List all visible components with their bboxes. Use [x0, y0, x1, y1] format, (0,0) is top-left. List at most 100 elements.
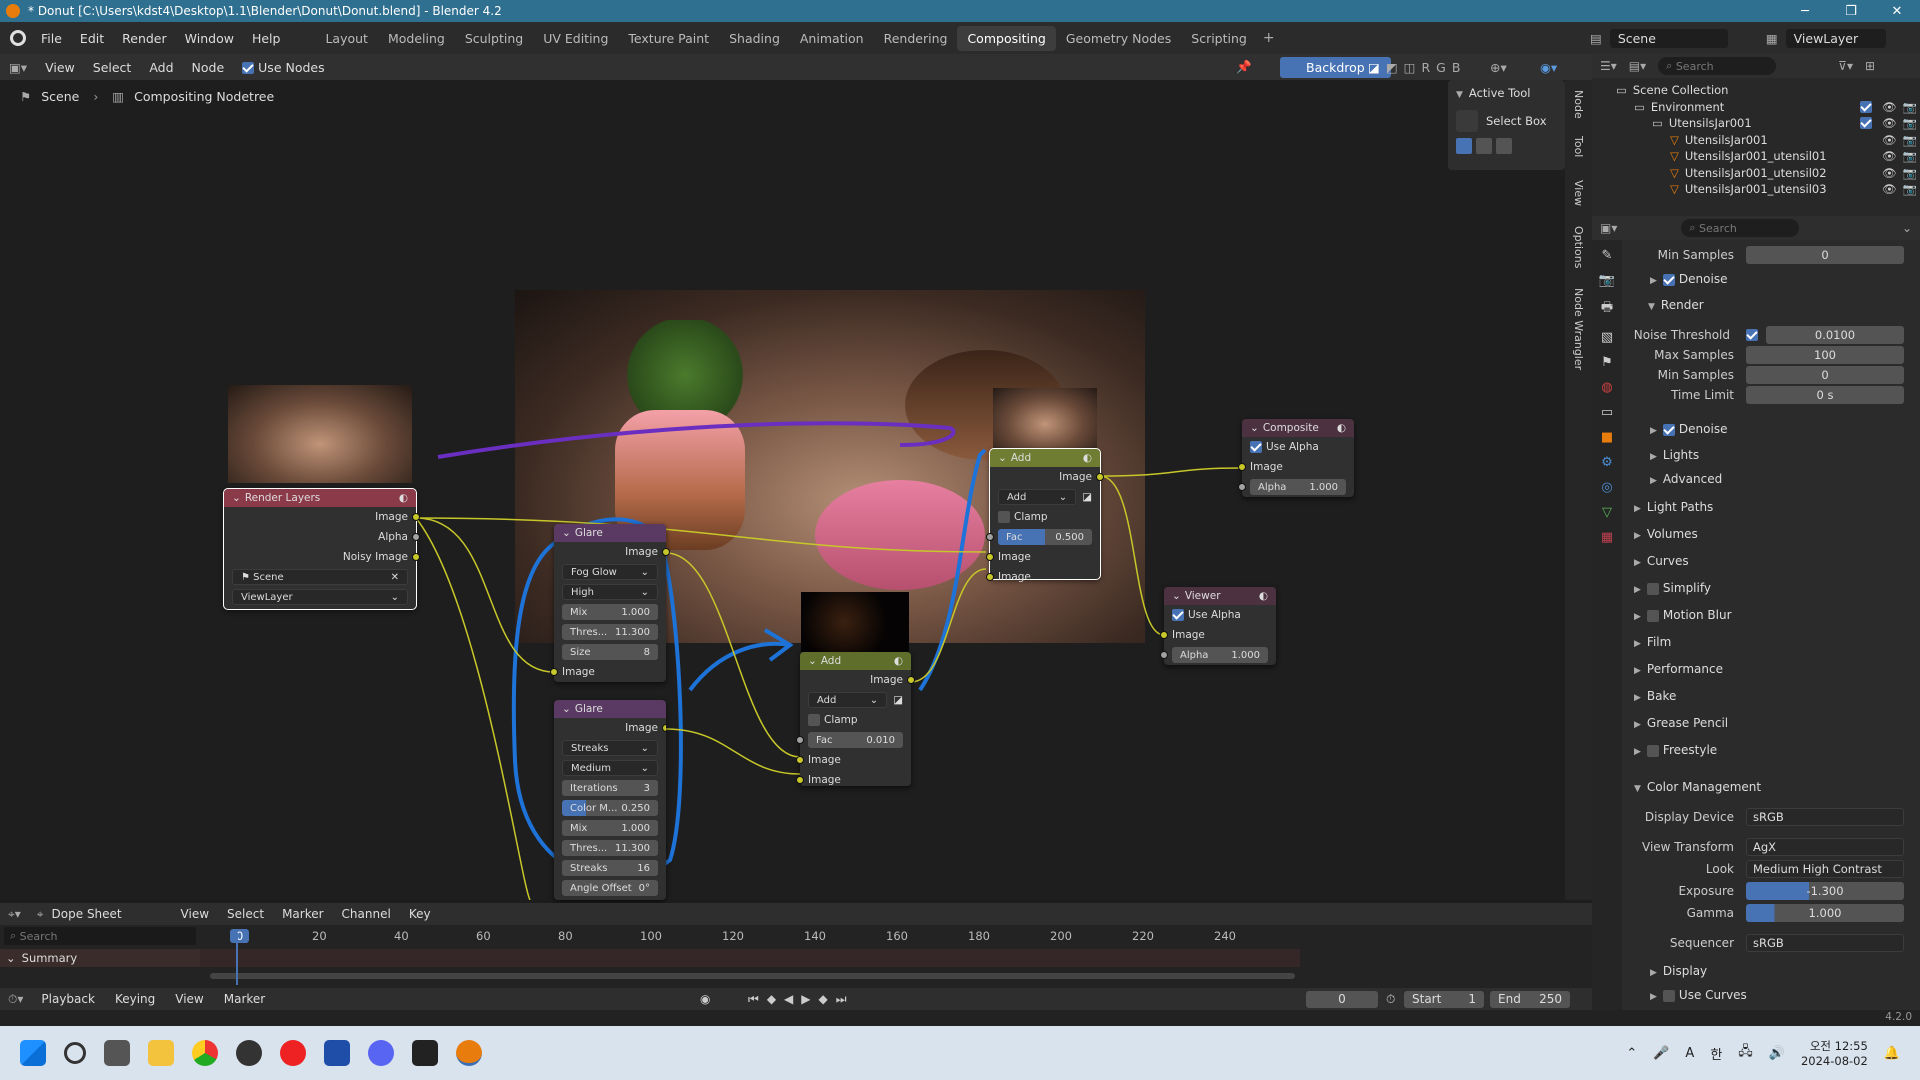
advanced-section[interactable]: ▶ Advanced	[1650, 472, 1722, 486]
section-light-paths[interactable]: ▶ Light Paths	[1634, 500, 1713, 514]
add-header[interactable]: ⌄ Add ◐	[800, 652, 911, 670]
viewer-header[interactable]: ⌄ Viewer ◐	[1164, 587, 1276, 605]
node-preview-icon[interactable]: ◐	[1337, 422, 1346, 434]
use-alpha-icon[interactable]: ◪	[893, 694, 903, 706]
dope-menu-key[interactable]: Key	[409, 907, 431, 921]
dope-menu-view[interactable]: View	[181, 907, 209, 921]
play-icon[interactable]: ▶	[801, 992, 810, 1007]
search-icon[interactable]	[64, 1042, 86, 1064]
exclude-checkbox[interactable]	[1860, 117, 1872, 129]
clamp-checkbox[interactable]	[998, 511, 1010, 523]
physics-tab-icon[interactable]: ◎	[1601, 480, 1612, 495]
glare-type-dropdown[interactable]: Fog Glow ⌄	[562, 564, 658, 580]
ime-hangul[interactable]: 한	[1710, 1044, 1722, 1063]
network-icon[interactable]: 🖧	[1738, 1042, 1753, 1064]
minimize-icon[interactable]: ─	[1782, 0, 1828, 22]
glare-header[interactable]: ⌄ Glare	[554, 700, 666, 718]
ime-mode[interactable]: A	[1685, 1046, 1694, 1061]
dope-menu-marker[interactable]: Marker	[282, 907, 323, 921]
section-simplify[interactable]: ▶ Simplify	[1634, 581, 1711, 595]
stopwatch-icon[interactable]: ⏱	[1386, 992, 1395, 1007]
eye-icon[interactable]: 👁	[1882, 116, 1897, 130]
section-motion-blur[interactable]: ▶ Motion Blur	[1634, 608, 1732, 622]
denoise-checkbox[interactable]	[1662, 273, 1675, 286]
denoise-checkbox[interactable]	[1662, 423, 1675, 436]
record-icon[interactable]: ◉	[700, 992, 710, 1006]
prop-value[interactable]: sRGB	[1746, 808, 1904, 826]
camera-icon[interactable]: 📷	[1903, 116, 1917, 130]
prop-value[interactable]: 0	[1746, 246, 1904, 264]
eye-icon[interactable]: 👁	[1882, 149, 1897, 163]
glare-type-dropdown[interactable]: Streaks ⌄	[562, 740, 658, 756]
input1-socket[interactable]	[796, 756, 804, 764]
viewlayer-field[interactable]: ViewLayer ⌄	[232, 589, 408, 605]
modifier-tab-icon[interactable]: ⚙	[1601, 455, 1613, 470]
jump-start-icon[interactable]: ⏮	[748, 992, 759, 1007]
outliner-search[interactable]: ⌕ Search	[1658, 57, 1777, 75]
threshold-field[interactable]: Thres... 11.300	[562, 840, 658, 856]
playback-menu[interactable]: Playback	[41, 992, 95, 1006]
task-view-icon[interactable]	[104, 1040, 130, 1066]
playhead[interactable]	[236, 933, 238, 985]
section-curves[interactable]: ▶ Curves	[1634, 554, 1689, 568]
tab-node[interactable]: Node	[1572, 90, 1585, 119]
color-modulation-field[interactable]: Color M... 0.250	[562, 800, 658, 816]
editor-type-icon[interactable]: ☰▾	[1600, 59, 1617, 73]
fac-socket[interactable]	[986, 533, 994, 541]
node-preview-icon[interactable]: ◐	[894, 655, 903, 667]
prop-value[interactable]: AgX	[1746, 838, 1904, 856]
view-layer-selector[interactable]: ViewLayer	[1785, 28, 1886, 48]
prop-value[interactable]: Medium High Contrast	[1746, 860, 1904, 878]
output-socket[interactable]	[1096, 473, 1104, 481]
next-key-icon[interactable]: ◆	[819, 992, 828, 1007]
dope-sheet-mode[interactable]: Dope Sheet	[52, 907, 162, 921]
section-checkbox[interactable]	[1646, 582, 1659, 595]
prev-key-icon[interactable]: ◆	[767, 992, 776, 1007]
close-icon[interactable]: ✕	[391, 572, 399, 583]
alpha-field[interactable]: Alpha 1.000	[1172, 647, 1268, 663]
iterations-field[interactable]: Iterations 3	[562, 780, 658, 796]
section-grease-pencil[interactable]: ▶ Grease Pencil	[1634, 716, 1728, 730]
input-socket[interactable]	[1238, 463, 1246, 471]
chevron-down-icon[interactable]: ⌄	[1902, 221, 1912, 235]
angle-offset-field[interactable]: Angle Offset 0°	[562, 880, 658, 896]
horizontal-scrollbar[interactable]	[210, 973, 1295, 979]
display-mode-icon[interactable]: ▤▾	[1629, 59, 1646, 73]
active-tool-row[interactable]: Select Box	[1448, 106, 1565, 136]
scene-selector[interactable]: Scene	[1609, 28, 1728, 48]
keying-menu[interactable]: Keying	[115, 992, 155, 1006]
editor-type-icon[interactable]: ▣▾	[1600, 221, 1617, 235]
noise-threshold-checkbox[interactable]	[1746, 329, 1758, 341]
properties-search[interactable]: ⌕ Search	[1681, 219, 1800, 237]
output-socket[interactable]	[907, 676, 915, 684]
quality-dropdown[interactable]: High ⌄	[562, 584, 658, 600]
denoise-section[interactable]: ▶ Denoise	[1650, 272, 1727, 286]
marker-menu[interactable]: Marker	[224, 992, 265, 1006]
microphone-icon[interactable]: 🎤	[1653, 1046, 1669, 1061]
end-frame-field[interactable]: End 250	[1490, 990, 1570, 1008]
glare-fog-node[interactable]: ⌄ Glare Image Fog Glow ⌄ High ⌄ Mix 1.000 Th…	[550, 524, 670, 682]
quality-dropdown[interactable]: Medium ⌄	[562, 760, 658, 776]
current-frame-field[interactable]: 0	[1306, 990, 1378, 1008]
editor-type-icon[interactable]: ⏱▾	[8, 992, 23, 1007]
prop-value[interactable]: 0	[1746, 366, 1904, 384]
blend-mode-dropdown[interactable]: Add ⌄	[808, 692, 888, 708]
section-volumes[interactable]: ▶ Volumes	[1634, 527, 1698, 541]
glare-header[interactable]: ⌄ Glare	[554, 524, 666, 542]
alpha-socket[interactable]	[1160, 651, 1168, 659]
render-tab-icon[interactable]: 📷	[1599, 273, 1615, 288]
node-preview-icon[interactable]: ◐	[1259, 590, 1268, 602]
fac-field[interactable]: Fac 0.010	[808, 732, 903, 748]
mode-new-icon[interactable]	[1456, 138, 1472, 154]
eye-icon[interactable]: 👁	[1882, 133, 1897, 147]
mode-subtract-icon[interactable]	[1496, 138, 1512, 154]
texture-tab-icon[interactable]: ▦	[1601, 530, 1613, 545]
app-blue-icon[interactable]	[324, 1040, 350, 1066]
active-tool-header[interactable]: ▼ Active Tool	[1448, 80, 1565, 106]
file-explorer-icon[interactable]	[148, 1040, 174, 1066]
eye-icon[interactable]: 👁	[1882, 182, 1897, 196]
input2-socket[interactable]	[796, 776, 804, 784]
youtube-music-icon[interactable]	[280, 1040, 306, 1066]
gamma-slider[interactable]: 1.000	[1746, 904, 1904, 922]
volume-icon[interactable]: 🔊	[1769, 1046, 1785, 1061]
